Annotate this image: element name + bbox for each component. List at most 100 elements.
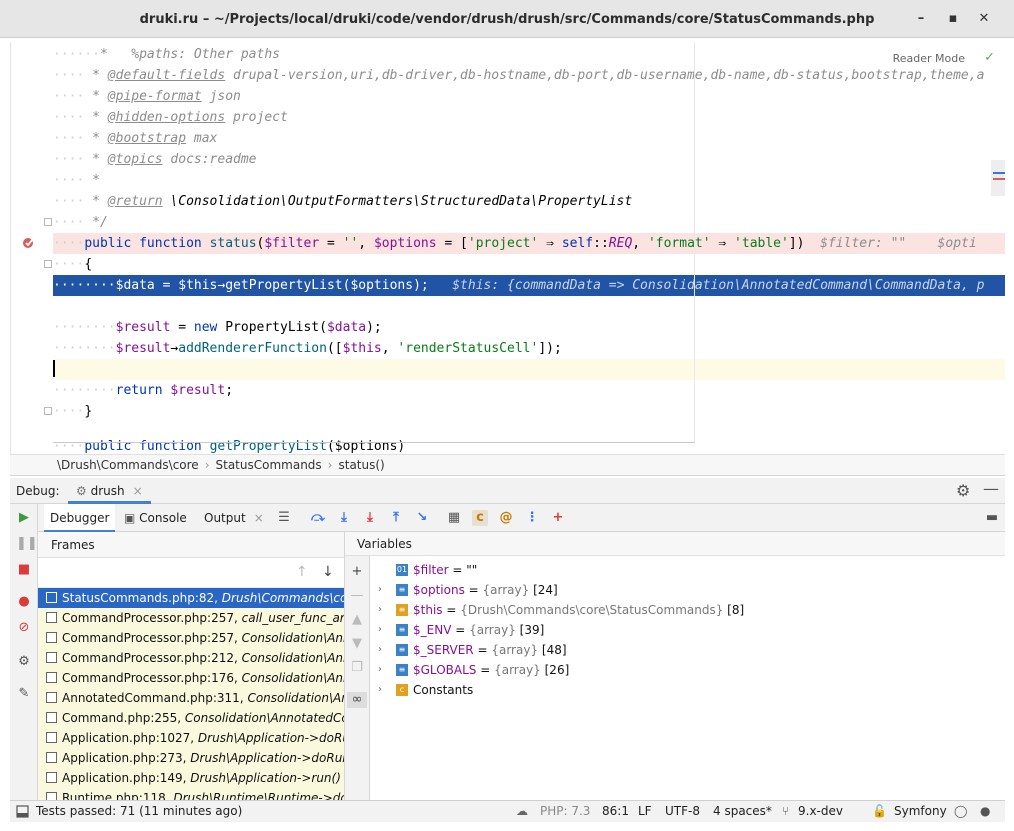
variable-row[interactable]: › ≡ $_SERVER = {array} [48] bbox=[370, 640, 1000, 660]
add-watch-icon[interactable]: + bbox=[550, 510, 566, 526]
variable-row[interactable]: › ≡ $GLOBALS = {array} [26] bbox=[370, 660, 1000, 680]
variable-type-icon: 01 bbox=[396, 564, 408, 576]
show-watches-icon[interactable]: @ bbox=[498, 510, 514, 526]
move-up-icon[interactable]: ▲ bbox=[349, 612, 365, 628]
show-variables-list-icon[interactable]: ⋮ bbox=[524, 510, 540, 526]
vcs-branch[interactable]: 9.x-dev bbox=[798, 801, 843, 822]
expand-chevron-icon[interactable]: › bbox=[378, 680, 382, 700]
new-watch-icon[interactable]: + bbox=[349, 564, 365, 580]
session-icon: ⚙ bbox=[76, 484, 91, 498]
line-separator[interactable]: LF bbox=[638, 801, 652, 822]
frame-row[interactable]: CommandProcessor.php:257, call_user_func… bbox=[38, 608, 344, 628]
expand-chevron-icon[interactable]: › bbox=[378, 600, 382, 620]
lock-icon[interactable]: 🔓 bbox=[872, 801, 887, 822]
expand-chevron-icon[interactable]: › bbox=[378, 640, 382, 660]
code-editor[interactable]: Reader Mode ✓ ······* %paths: Other path… bbox=[10, 42, 1005, 454]
text-caret bbox=[53, 360, 55, 377]
force-step-into-icon[interactable]: ⤓ bbox=[362, 510, 378, 526]
variable-row[interactable]: › c Constants bbox=[370, 680, 1000, 700]
fold-marker-icon[interactable] bbox=[44, 407, 52, 415]
breadcrumb-class[interactable]: StatusCommands bbox=[216, 458, 322, 472]
frame-row[interactable]: Application.php:273, Drush\Application->… bbox=[38, 748, 344, 768]
caret-position[interactable]: 86:1 bbox=[602, 801, 629, 822]
scrollbar-marker[interactable] bbox=[991, 160, 1005, 196]
hide-panel-icon[interactable]: — bbox=[983, 479, 999, 498]
layout-settings-icon[interactable]: ▬ bbox=[984, 510, 1000, 526]
breadcrumb-method[interactable]: status() bbox=[338, 458, 384, 472]
settings-icon[interactable]: ⚙ bbox=[16, 654, 32, 670]
remove-watch-icon[interactable]: — bbox=[349, 588, 365, 604]
evaluate-expression-icon[interactable]: ▦ bbox=[446, 510, 462, 526]
expand-chevron-icon[interactable]: › bbox=[378, 660, 382, 680]
frame-row[interactable]: CommandProcessor.php:212, Consolidation\… bbox=[38, 648, 344, 668]
code-class: PropertyList( bbox=[217, 320, 327, 335]
expand-chevron-icon[interactable]: › bbox=[378, 620, 382, 640]
php-interpreter-icon[interactable]: ☁ bbox=[516, 801, 528, 822]
variable-row[interactable]: › ≡ $options = {array} [24] bbox=[370, 580, 1000, 600]
breakpoint-icon[interactable] bbox=[22, 236, 36, 250]
code-keyword: function bbox=[139, 236, 202, 251]
close-output-icon[interactable]: × bbox=[254, 511, 264, 525]
code-line: ···· */ bbox=[53, 215, 108, 230]
show-watches-glasses-icon[interactable]: ∞ bbox=[347, 692, 367, 708]
view-breakpoints-icon[interactable]: ● bbox=[16, 594, 32, 610]
step-over-icon[interactable]: ⤼ bbox=[310, 510, 326, 526]
next-frame-icon[interactable]: ↓ bbox=[322, 564, 334, 580]
frame-row[interactable]: Runtime.php:118, Drush\Runtime\Runtime->… bbox=[38, 788, 344, 800]
file-encoding[interactable]: UTF-8 bbox=[665, 801, 700, 822]
debug-session-tab[interactable]: ⚙ drush × bbox=[68, 478, 151, 504]
framework-label[interactable]: Symfony bbox=[894, 801, 947, 822]
variable-name: Constants bbox=[413, 683, 474, 697]
previous-frame-icon[interactable]: ↑ bbox=[296, 564, 308, 580]
variable-value: [48] bbox=[538, 643, 567, 657]
frame-row[interactable]: AnnotatedCommand.php:311, Consolidation\… bbox=[38, 688, 344, 708]
tool-window-toggle-icon[interactable] bbox=[16, 805, 29, 818]
notifications-icon[interactable]: ● bbox=[980, 801, 990, 822]
duplicate-watch-icon[interactable]: ❐ bbox=[349, 660, 365, 676]
variable-type: {Drush\Commands\core\StatusCommands} bbox=[460, 603, 724, 617]
step-into-icon[interactable]: ⤓ bbox=[336, 510, 352, 526]
close-button[interactable]: ✕ bbox=[977, 12, 991, 26]
frame-row[interactable]: Application.php:1027, Drush\Application-… bbox=[38, 728, 344, 748]
show-execution-point-icon[interactable]: ☰ bbox=[276, 510, 292, 526]
event-log-icon[interactable]: ◯ bbox=[954, 801, 967, 822]
step-out-icon[interactable]: ⤒ bbox=[388, 510, 404, 526]
php-level[interactable]: PHP: 7.3 bbox=[540, 801, 590, 822]
variable-row[interactable]: › ≡ $this = {Drush\Commands\core\StatusCom… bbox=[370, 600, 1000, 620]
frame-row[interactable]: CommandProcessor.php:176, Consolidation\… bbox=[38, 668, 344, 688]
caret-line[interactable] bbox=[53, 359, 1005, 380]
show-constants-icon[interactable]: c bbox=[472, 510, 488, 526]
close-tab-icon[interactable]: × bbox=[133, 484, 143, 498]
breadcrumb-namespace[interactable]: \Drush\Commands\core bbox=[57, 458, 199, 472]
tests-status[interactable]: Tests passed: 71 (11 minutes ago) bbox=[36, 801, 242, 822]
code-variable: $filter bbox=[264, 236, 320, 251]
mute-breakpoints-icon[interactable]: ⊘ bbox=[16, 620, 32, 636]
status-bar: Tests passed: 71 (11 minutes ago) ☁ PHP:… bbox=[10, 800, 1005, 822]
resume-program-icon[interactable]: ▶ bbox=[16, 510, 32, 526]
fold-marker-icon[interactable] bbox=[44, 218, 52, 226]
frame-row[interactable]: Application.php:149, Drush\Application->… bbox=[38, 768, 344, 788]
settings-gear-icon[interactable]: ⚙ bbox=[956, 481, 970, 500]
tab-console[interactable]: ▣ Console bbox=[118, 504, 193, 532]
variable-row[interactable]: › ≡ $_ENV = {array} [39] bbox=[370, 620, 1000, 640]
pin-icon[interactable]: ✎ bbox=[16, 686, 32, 702]
indent-setting[interactable]: 4 spaces* bbox=[713, 801, 772, 822]
stack-frame-icon bbox=[46, 712, 57, 723]
move-down-icon[interactable]: ▼ bbox=[349, 636, 365, 652]
tab-debugger[interactable]: Debugger bbox=[44, 504, 116, 532]
frame-row[interactable]: CommandProcessor.php:257, Consolidation\… bbox=[38, 628, 344, 648]
run-to-cursor-icon[interactable]: ↘ bbox=[414, 510, 430, 526]
tab-output[interactable]: Output × bbox=[198, 504, 270, 532]
fold-marker-icon[interactable] bbox=[44, 260, 52, 268]
frames-list: StatusCommands.php:82, Drush\Commands\co… bbox=[38, 588, 344, 800]
expand-chevron-icon[interactable]: › bbox=[378, 580, 382, 600]
variable-row[interactable]: 01 $filter = "" bbox=[370, 560, 1000, 580]
maximize-button[interactable]: ▪ bbox=[946, 12, 960, 26]
frame-row[interactable]: StatusCommands.php:82, Drush\Commands\co… bbox=[38, 588, 344, 608]
pause-program-icon[interactable]: ❚❚ bbox=[16, 536, 38, 552]
doc-text: %paths: Other paths bbox=[131, 47, 280, 62]
minimize-button[interactable]: – bbox=[914, 12, 928, 26]
frame-row[interactable]: Command.php:255, Consolidation\Annotated… bbox=[38, 708, 344, 728]
stop-icon[interactable]: ■ bbox=[16, 562, 32, 578]
window-title: druki.ru – ~/Projects/local/druki/code/v… bbox=[139, 12, 875, 27]
